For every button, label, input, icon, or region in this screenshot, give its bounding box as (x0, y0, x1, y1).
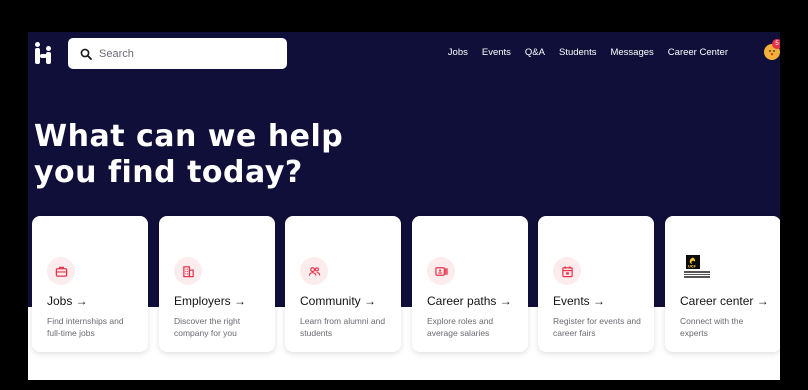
face-icon (769, 50, 775, 56)
card-description: Connect with the experts (680, 316, 744, 338)
card-description: Explore roles and average salaries (427, 316, 494, 338)
card-events[interactable]: Events → Register for events and career … (538, 216, 654, 352)
building-icon (174, 257, 202, 285)
people-icon (300, 257, 328, 285)
card-title: Events → (553, 294, 606, 308)
nav-messages[interactable]: Messages (610, 47, 653, 58)
card-community[interactable]: Community → Learn from alumni and studen… (285, 216, 401, 352)
id-card-icon (427, 257, 455, 285)
nav-students[interactable]: Students (559, 47, 597, 58)
search-placeholder: Search (99, 47, 134, 60)
nav-jobs[interactable]: Jobs (448, 47, 468, 58)
card-title: Jobs → (47, 294, 88, 308)
nav-career-center[interactable]: Career Center (668, 47, 728, 58)
card-title: Career center → (680, 294, 769, 308)
notification-badge: 5 (772, 39, 780, 49)
card-employers[interactable]: Employers → Discover the right company f… (159, 216, 275, 352)
ucf-logo: UCF (684, 255, 710, 278)
card-title: Employers → (174, 294, 247, 308)
nav-events[interactable]: Events (482, 47, 511, 58)
card-jobs[interactable]: Jobs → Find internships and full-time jo… (32, 216, 148, 352)
app-frame: Search Jobs Events Q&A Students Messages… (28, 32, 780, 380)
card-career-center[interactable]: UCF Career center → Connect with the exp… (665, 216, 780, 352)
card-career-paths[interactable]: Career paths → Explore roles and average… (412, 216, 528, 352)
card-description: Find internships and full-time jobs (47, 316, 124, 338)
nav-qa[interactable]: Q&A (525, 47, 545, 58)
svg-text:UCF: UCF (688, 265, 697, 269)
card-description: Learn from alumni and students (300, 316, 386, 338)
search-icon (80, 48, 92, 60)
calendar-icon (553, 257, 581, 285)
headline-line-1: What can we help (34, 119, 344, 154)
card-description: Discover the right company for you (174, 316, 241, 338)
briefcase-icon (47, 257, 75, 285)
headline-line-2: you find today? (34, 155, 303, 190)
card-description: Register for events and career fairs (553, 316, 641, 338)
search-input[interactable]: Search (68, 38, 287, 69)
top-nav: Jobs Events Q&A Students Messages Career… (434, 47, 728, 58)
card-title: Community → (300, 294, 377, 308)
handshake-logo[interactable] (34, 42, 54, 64)
card-title: Career paths → (427, 294, 512, 308)
page-title: What can we help you find today? (34, 119, 454, 191)
category-cards: Jobs → Find internships and full-time jo… (32, 216, 780, 352)
